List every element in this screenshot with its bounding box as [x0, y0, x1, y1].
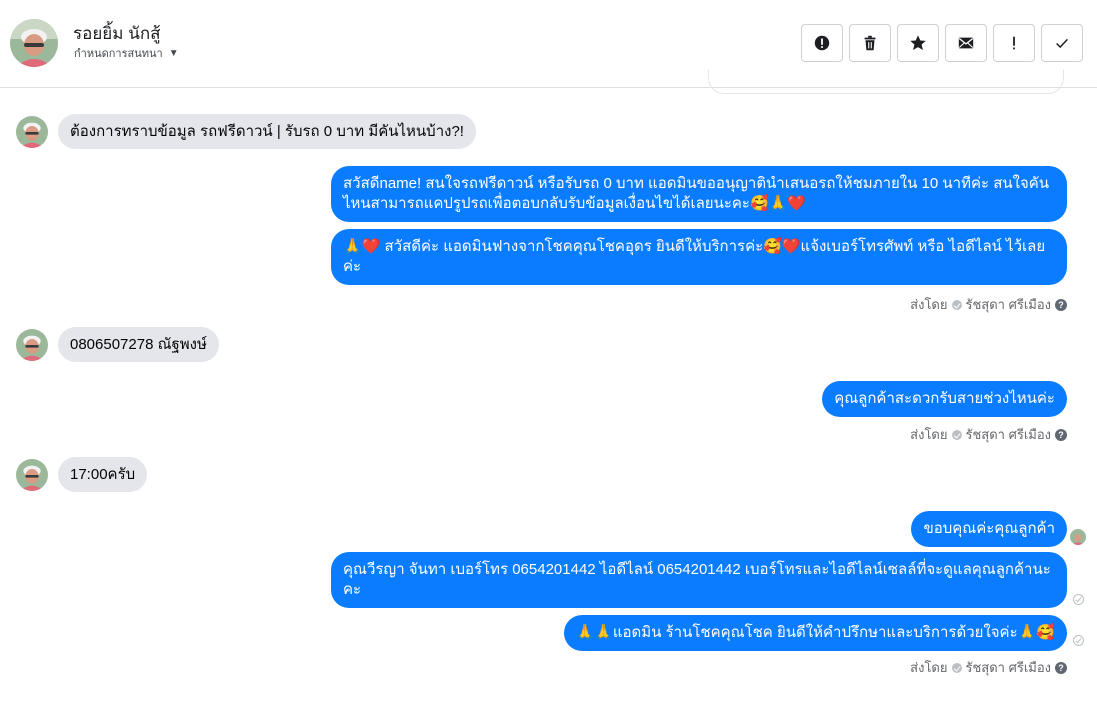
outgoing-message-bubble[interactable]: 🙏❤️ สวัสดีค่ะ แอดมินฟางจากโชคคุณโชคอุดร …	[331, 229, 1067, 285]
delete-button[interactable]	[849, 24, 891, 62]
agent-check-icon	[951, 662, 962, 673]
assign-conversation-dropdown[interactable]: กำหนดการสนทนา ▼	[74, 44, 179, 62]
sent-by-info: ส่งโดย รัชสุดา ศรีเมือง ?	[910, 294, 1067, 315]
outgoing-message-bubble[interactable]: คุณลูกค้าสะดวกรับสายช่วงไหนค่ะ	[822, 381, 1067, 417]
important-button[interactable]	[993, 24, 1035, 62]
contact-avatar[interactable]	[10, 19, 58, 67]
alert-circle-icon	[814, 35, 830, 51]
outgoing-message-bubble[interactable]: คุณวีรญา จันทา เบอร์โทร 0654201442 ไอดีไ…	[331, 552, 1067, 608]
sent-by-label: ส่งโดย	[910, 427, 948, 442]
help-icon[interactable]: ?	[1055, 428, 1067, 441]
contact-name: รอยยิ้ม นักสู้	[73, 24, 161, 43]
outgoing-message-bubble[interactable]: ขอบคุณค่ะคุณลูกค้า	[911, 511, 1067, 547]
avatar-photo-icon	[10, 19, 58, 67]
incoming-message-bubble[interactable]: ต้องการทราบข้อมูล รถฟรีดาวน์ | รับรถ 0 บ…	[58, 114, 476, 149]
caret-down-icon: ▼	[168, 47, 179, 59]
trash-icon	[864, 35, 876, 51]
mail-icon	[958, 37, 974, 49]
agent-check-icon	[951, 429, 962, 440]
contact-avatar-small[interactable]	[16, 328, 48, 361]
sent-by-agent: รัชสุดา ศรีเมือง	[965, 660, 1052, 675]
star-button[interactable]	[897, 24, 939, 62]
incoming-message-bubble[interactable]: 0806507278 ณัฐพงษ์	[58, 327, 219, 362]
help-icon[interactable]: ?	[1055, 661, 1067, 674]
avatar-photo-icon	[16, 458, 48, 491]
contact-avatar-small[interactable]	[16, 115, 48, 148]
avatar-photo-icon	[1070, 529, 1086, 545]
contact-avatar-small[interactable]	[16, 458, 48, 491]
incoming-message-row: 0806507278 ณัฐพงษ์	[16, 327, 219, 362]
sent-by-label: ส่งโดย	[910, 297, 948, 312]
previous-message-edge	[708, 70, 1064, 94]
star-icon	[910, 35, 926, 51]
delivered-check-icon	[1073, 635, 1084, 646]
sent-by-agent: รัชสุดา ศรีเมือง	[965, 427, 1052, 442]
help-icon[interactable]: ?	[1055, 298, 1067, 311]
exclamation-icon	[1013, 36, 1015, 50]
outgoing-message-bubble[interactable]: สวัสดีname! สนใจรถฟรีดาวน์ หรือรับรถ 0 บ…	[331, 166, 1067, 222]
incoming-message-row: ต้องการทราบข้อมูล รถฟรีดาวน์ | รับรถ 0 บ…	[16, 114, 476, 149]
seen-avatar	[1070, 529, 1086, 545]
avatar-photo-icon	[16, 328, 48, 361]
sent-by-label: ส่งโดย	[910, 660, 948, 675]
agent-check-icon	[951, 299, 962, 310]
mark-unread-button[interactable]	[945, 24, 987, 62]
report-button[interactable]	[801, 24, 843, 62]
sent-by-agent: รัชสุดา ศรีเมือง	[965, 297, 1052, 312]
assign-label: กำหนดการสนทนา	[74, 48, 163, 60]
sent-by-info: ส่งโดย รัชสุดา ศรีเมือง ?	[910, 424, 1067, 445]
checkmark-icon	[1056, 38, 1068, 49]
conversation-toolbar	[801, 24, 1083, 62]
incoming-message-bubble[interactable]: 17:00ครับ	[58, 457, 148, 492]
delivered-check-icon	[1073, 594, 1084, 605]
avatar-photo-icon	[16, 115, 48, 148]
outgoing-message-bubble[interactable]: 🙏🙏แอดมิน ร้านโชคคุณโชค ยินดีให้คำปรึกษาแ…	[563, 615, 1067, 651]
mark-done-button[interactable]	[1041, 24, 1083, 62]
incoming-message-row: 17:00ครับ	[16, 457, 148, 492]
sent-by-info: ส่งโดย รัชสุดา ศรีเมือง ?	[910, 657, 1067, 678]
